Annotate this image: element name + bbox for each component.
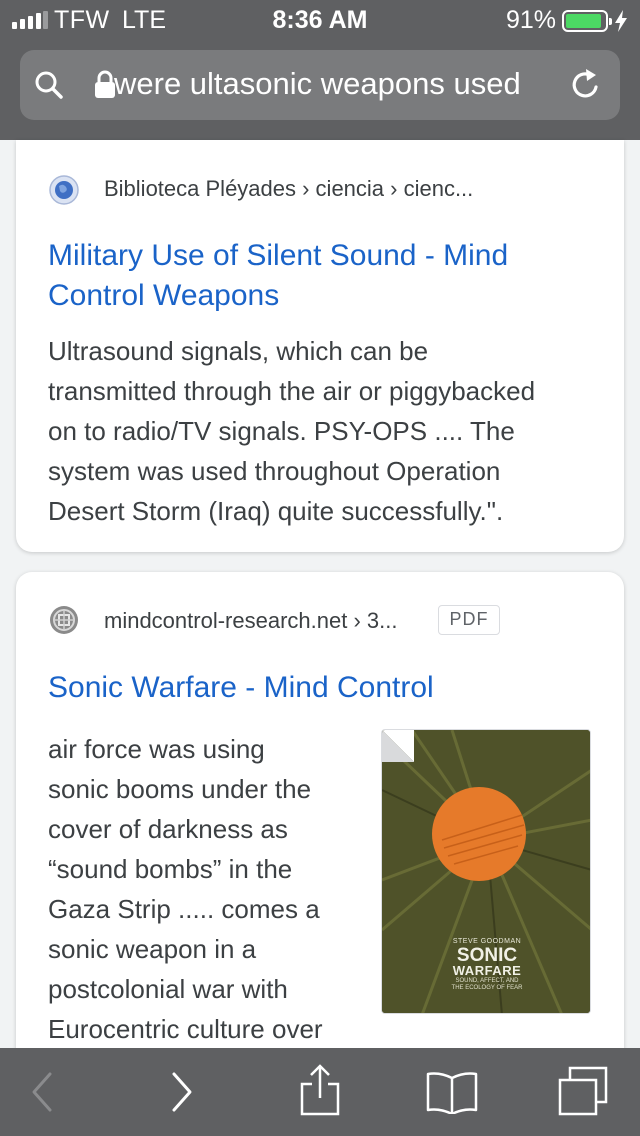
- browser-toolbar: [0, 1048, 640, 1136]
- pdf-thumbnail[interactable]: STEVE GOODMAN SONIC WARFARE SOUND, AFFEC…: [381, 729, 591, 1014]
- snippet-line: cover of darkness as: [48, 814, 288, 844]
- address-bar[interactable]: were ultasonic weapons used: [20, 50, 620, 120]
- snippet-line: Gaza Strip ..... comes a: [48, 894, 320, 924]
- status-bar: TFW LTE 8:36 AM 91%: [0, 0, 640, 40]
- book-subtitle-line: THE ECOLOGY OF FEAR: [451, 985, 523, 991]
- book-title-line2: WARFARE: [452, 963, 522, 978]
- snippet-line: transmitted through the air or piggyback…: [48, 376, 536, 406]
- globe-icon: [49, 175, 79, 205]
- book-subtitle: SOUND, AFFECT, AND THE ECOLOGY OF FEAR: [432, 978, 542, 992]
- book-author: STEVE GOODMAN: [452, 938, 522, 945]
- result-snippet: air force was using sonic booms under th…: [48, 729, 323, 1049]
- battery-icon: [562, 10, 612, 32]
- result-title-line[interactable]: Control Weapons: [48, 276, 588, 316]
- battery-percent: 91%: [506, 6, 557, 34]
- share-icon[interactable]: [298, 1064, 342, 1116]
- result-snippet: Ultrasound signals, which can be transmi…: [48, 331, 535, 531]
- snippet-line: Eurocentric culture over: [48, 1014, 323, 1044]
- result-source: Biblioteca Pléyades › ciencia › cienc...: [104, 176, 474, 201]
- snippet-line: sonic booms under the: [48, 774, 312, 804]
- snippet-line: system was used throughout Operation: [48, 456, 501, 486]
- result-source: mindcontrol-research.net › 3...: [104, 608, 398, 633]
- reload-icon[interactable]: [568, 67, 604, 103]
- search-result-card[interactable]: Biblioteca Pléyades › ciencia › cienc...…: [16, 140, 624, 552]
- pdf-badge: PDF: [438, 605, 500, 635]
- site-logo-icon: [50, 606, 78, 634]
- lock-icon: [95, 70, 115, 98]
- forward-chevron-icon[interactable]: [160, 1070, 204, 1114]
- snippet-line: air force was using: [48, 734, 265, 764]
- back-chevron-icon[interactable]: [20, 1070, 64, 1114]
- search-icon: [35, 71, 63, 99]
- tabs-icon[interactable]: [556, 1066, 610, 1116]
- browser-top-bar: TFW LTE 8:36 AM 91% were ultasonic weapo…: [0, 0, 640, 140]
- page-corner-icon: [382, 730, 414, 762]
- url-fade: [520, 60, 560, 110]
- snippet-line: “sound bombs” in the: [48, 854, 293, 884]
- bookmarks-book-icon[interactable]: [424, 1070, 480, 1114]
- charging-bolt-icon: [615, 10, 627, 32]
- snippet-line: sonic weapon in a: [48, 934, 257, 964]
- snippet-line: on to radio/TV signals. PSY-OPS .... The: [48, 416, 515, 446]
- result-title-line[interactable]: Military Use of Silent Sound - Mind: [48, 236, 588, 276]
- url-text[interactable]: were ultasonic weapons used: [114, 66, 554, 106]
- battery-nub: [609, 18, 612, 25]
- result-title-link[interactable]: Sonic Warfare - Mind Control: [48, 668, 588, 708]
- battery-level-fill: [566, 14, 601, 28]
- result-title-link[interactable]: Military Use of Silent Sound - Mind Cont…: [48, 236, 588, 316]
- snippet-line: postcolonial war with: [48, 974, 288, 1004]
- result-title-line[interactable]: Sonic Warfare - Mind Control: [48, 668, 588, 708]
- snippet-line: Ultrasound signals, which can be: [48, 336, 429, 366]
- book-subtitle-line: SOUND, AFFECT, AND: [455, 978, 519, 984]
- snippet-line: Desert Storm (Iraq) quite successfully."…: [48, 496, 504, 526]
